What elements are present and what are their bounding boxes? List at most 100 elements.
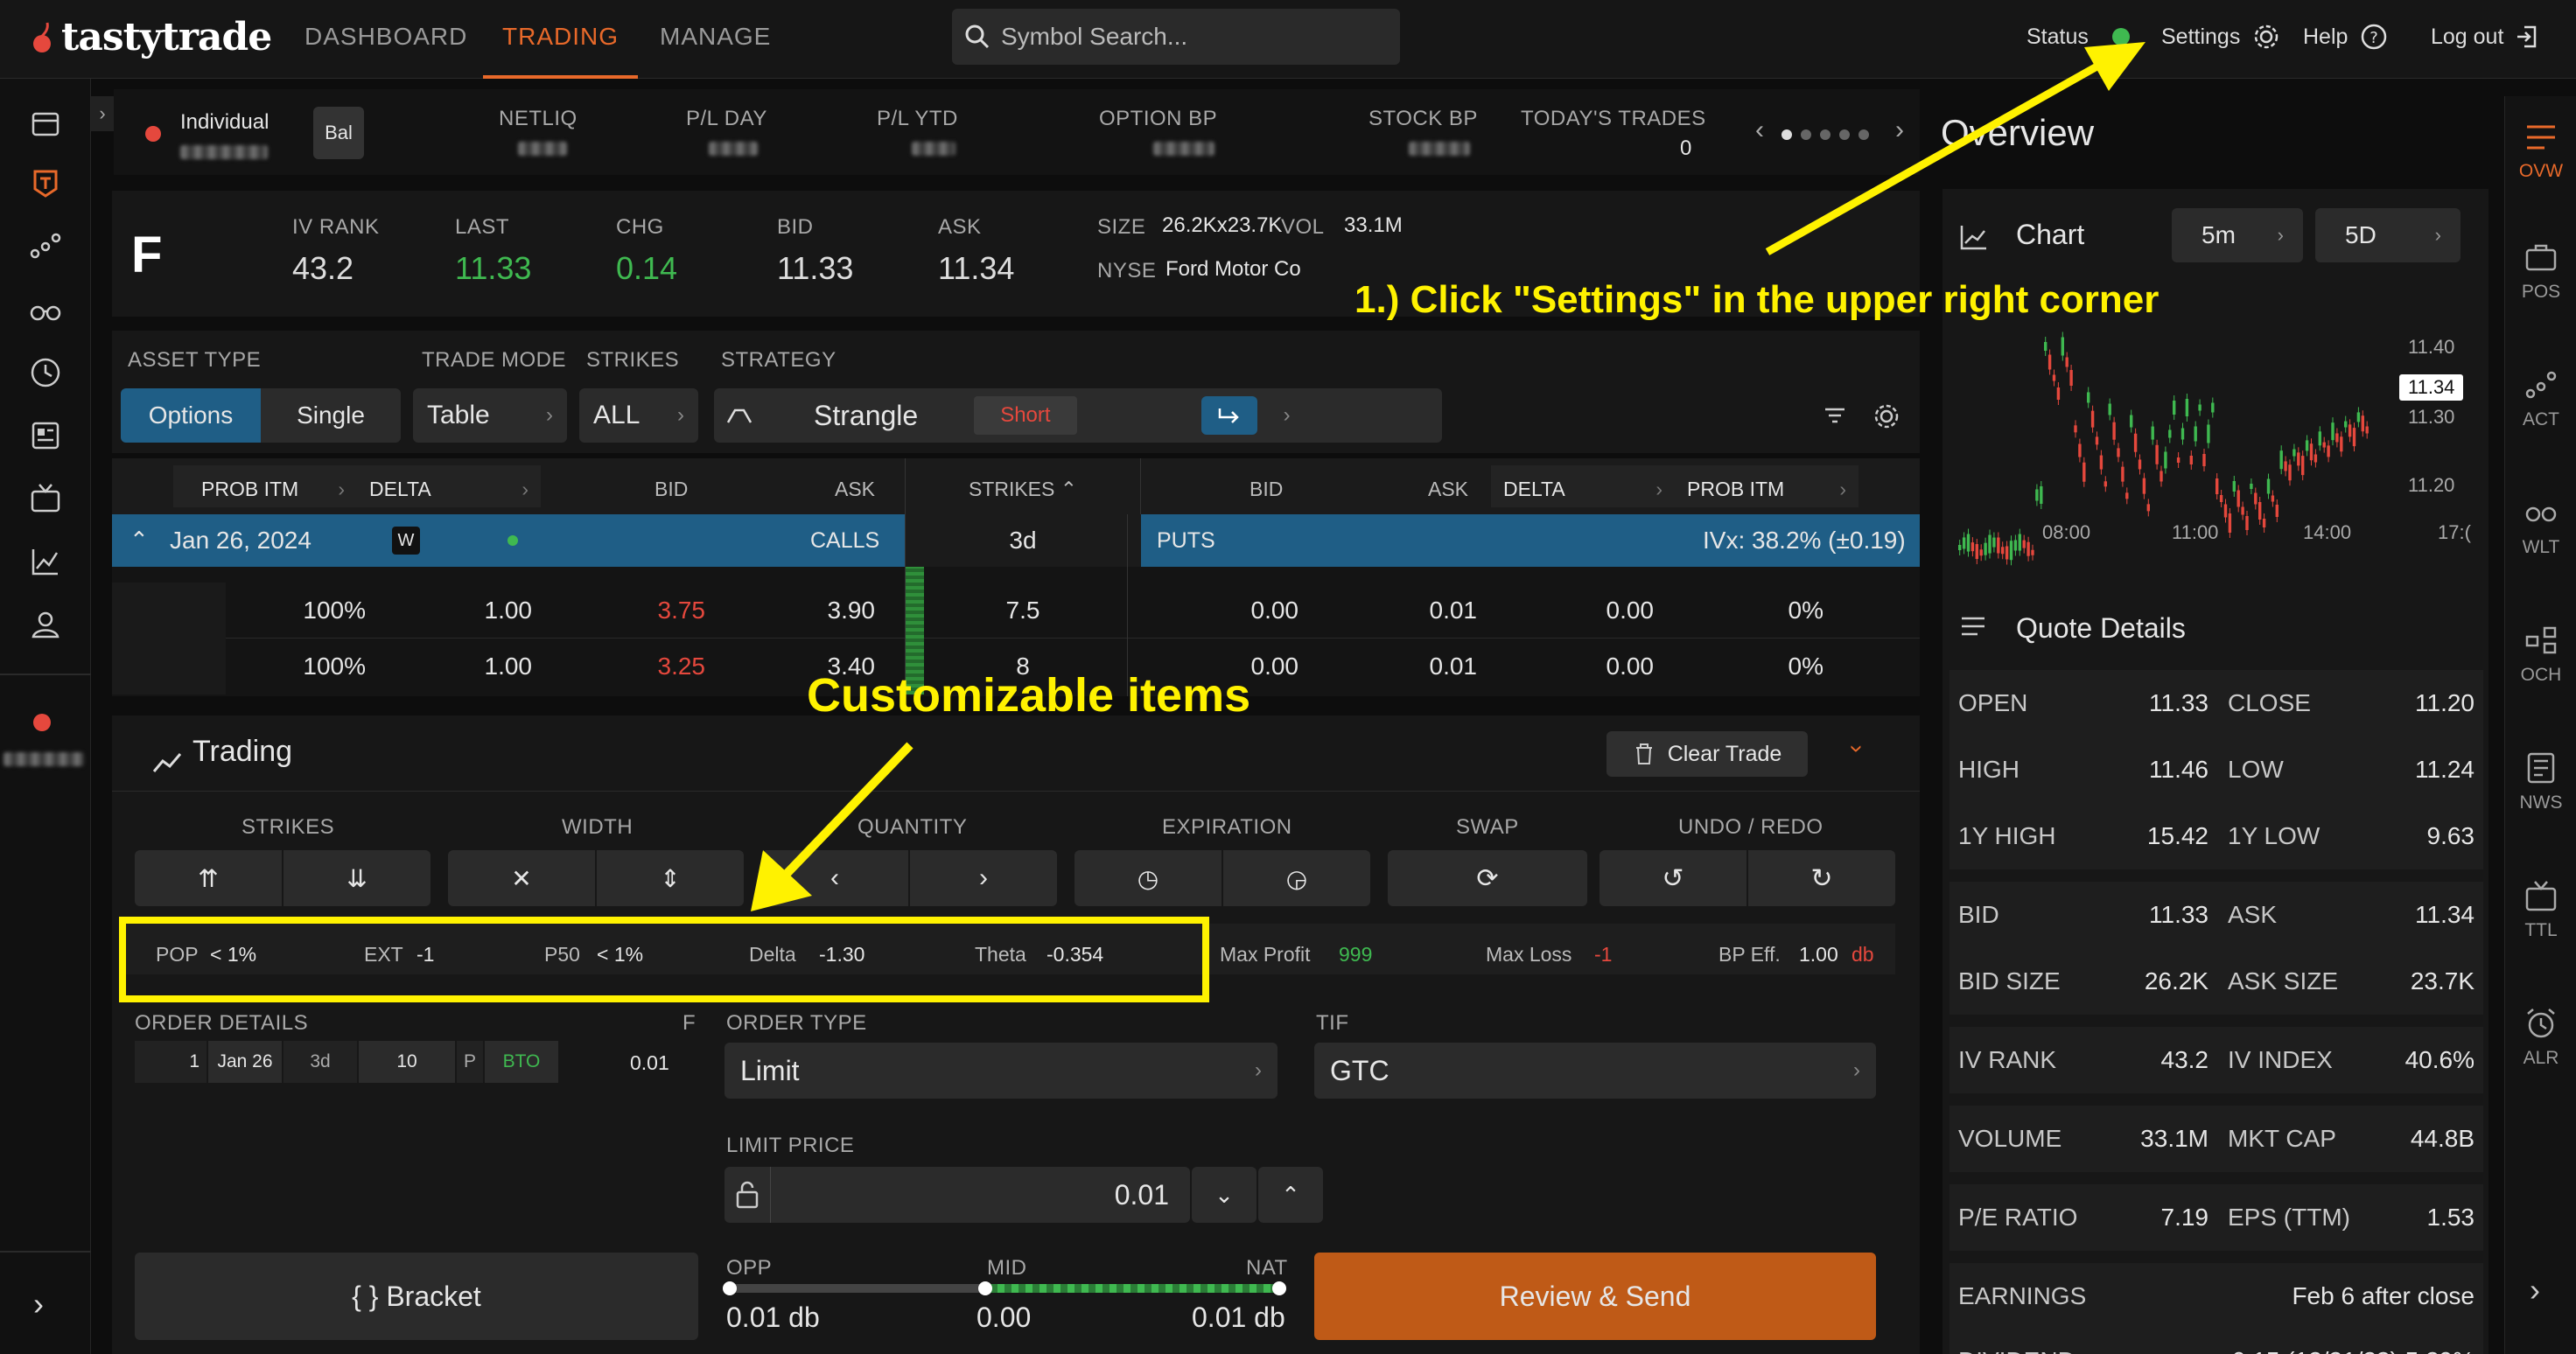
help-button[interactable]: Help ? <box>2303 19 2388 54</box>
expiration-earlier-button[interactable]: ◷ <box>1074 850 1222 906</box>
strikes-select[interactable]: ALL › <box>579 388 698 443</box>
rail-ttl[interactable]: TTL <box>2505 880 2576 976</box>
sidebar-toggle[interactable]: › <box>91 96 114 131</box>
collapse-chevron-icon[interactable]: ⌃ <box>130 527 149 554</box>
strike-down-button[interactable]: ⇊ <box>284 850 430 906</box>
puts-ask[interactable]: 0.01 <box>1363 597 1478 625</box>
trade-icon[interactable] <box>28 166 63 201</box>
rail-expand-icon[interactable]: › <box>2530 1272 2540 1309</box>
calls-delta-header[interactable]: DELTA › <box>357 465 541 507</box>
chain-settings-gear-icon[interactable] <box>1872 402 1900 430</box>
options-toggle[interactable]: Options <box>121 388 261 443</box>
width-narrow-button[interactable]: ✕ <box>448 850 595 906</box>
single-toggle[interactable]: Single <box>261 388 401 443</box>
news-icon[interactable] <box>28 418 63 453</box>
symbol[interactable]: F <box>131 226 162 284</box>
width-widen-button[interactable]: ⇕ <box>597 850 744 906</box>
short-badge[interactable]: Short <box>974 396 1077 435</box>
chain-row[interactable]: 100% 1.00 3.75 3.90 7.5 0.00 0.01 0.00 0… <box>112 567 1920 639</box>
review-send-button[interactable]: Review & Send <box>1314 1253 1876 1340</box>
price-slider[interactable] <box>723 1281 1286 1295</box>
quote-detail-value: 11.33 <box>2149 689 2208 716</box>
price-down-button[interactable]: ⌄ <box>1192 1167 1256 1223</box>
calls-bid[interactable]: 3.75 <box>592 597 706 625</box>
community-icon[interactable] <box>28 607 63 642</box>
puts-delta-header[interactable]: DELTA › <box>1491 465 1675 507</box>
strategy-select[interactable]: Strangle Short › <box>714 388 1442 443</box>
tab-manage[interactable]: MANAGE <box>660 23 771 51</box>
price-chart[interactable] <box>1951 285 2389 618</box>
portfolio-icon[interactable] <box>28 105 63 140</box>
redo-button[interactable]: ↻ <box>1748 850 1895 906</box>
rail-wlt[interactable]: WLT <box>2505 497 2576 593</box>
rail-och[interactable]: OCH <box>2505 625 2576 721</box>
rail-label-ttl: TTL <box>2524 920 2558 940</box>
expiration-row[interactable]: ⌃ Jan 26, 2024 W CALLS 3d PUTS IVx: 38.2… <box>112 514 1920 567</box>
x-tick-4: 17:( <box>2438 521 2471 543</box>
puts-ask-header[interactable]: ASK <box>1428 478 1468 501</box>
calls-prob-itm: 100% <box>303 597 366 624</box>
puts-ask[interactable]: 0.01 <box>1363 653 1478 680</box>
puts-bid[interactable]: 0.00 <box>1185 597 1299 625</box>
clock-icon[interactable] <box>28 355 63 390</box>
strike-up-button[interactable]: ⇈ <box>135 850 282 906</box>
search-input[interactable]: Symbol Search... <box>1001 23 1187 51</box>
quote-detail-value: 1.53 <box>2426 1204 2475 1231</box>
quantity-increase-button[interactable]: › <box>910 850 1057 906</box>
price-up-button[interactable]: ⌃ <box>1258 1167 1323 1223</box>
interval-select[interactable]: 5m › <box>2172 208 2303 262</box>
tif-select[interactable]: GTC › <box>1314 1043 1876 1099</box>
slider-handle-mid[interactable] <box>978 1281 992 1295</box>
puts-bid-header[interactable]: BID <box>1250 478 1283 501</box>
calls-ask[interactable]: 3.90 <box>761 597 876 625</box>
carousel-dots[interactable] <box>1782 129 1869 140</box>
carousel-prev[interactable]: ‹ <box>1755 115 1764 145</box>
search-icon <box>965 24 990 49</box>
calls-bid[interactable]: 3.25 <box>592 653 706 680</box>
order-leg[interactable]: 1 Jan 26 3d 10 P BTO 0.01 <box>135 1041 691 1083</box>
rail-alr[interactable]: ALR <box>2505 1008 2576 1104</box>
strikes-header[interactable]: STRIKES ⌃ <box>905 458 1141 514</box>
calls-ask-header[interactable]: ASK <box>835 478 875 501</box>
clear-trade-button[interactable]: Clear Trade <box>1606 731 1808 777</box>
lock-icon[interactable] <box>733 1179 761 1211</box>
reverse-button[interactable] <box>1200 396 1257 435</box>
rail-nws[interactable]: NWS <box>2505 752 2576 848</box>
binoculars-icon[interactable] <box>28 292 63 327</box>
sidebar-expand-icon[interactable]: › <box>33 1286 44 1323</box>
order-type-select[interactable]: Limit › <box>724 1043 1278 1099</box>
account-name[interactable]: Individual <box>180 110 269 135</box>
puts-prob-itm-header[interactable]: PROB ITM › <box>1675 465 1858 507</box>
expiration-later-button[interactable]: ◶ <box>1223 850 1370 906</box>
carousel-next[interactable]: › <box>1895 115 1904 145</box>
tab-trading[interactable]: TRADING <box>483 0 638 79</box>
tab-dashboard[interactable]: DASHBOARD <box>304 23 467 51</box>
bracket-button[interactable]: { } Bracket <box>135 1253 698 1340</box>
settings-button[interactable]: Settings <box>2161 19 2280 54</box>
limit-price-input[interactable]: 0.01 <box>1115 1179 1169 1211</box>
limit-price-field[interactable]: 0.01 <box>724 1167 1190 1223</box>
chart-line-icon[interactable] <box>28 544 63 579</box>
logo[interactable]: tastytrade <box>32 12 272 61</box>
trade-mode-select[interactable]: Table › <box>413 388 567 443</box>
leg-quantity: 1 <box>135 1041 206 1083</box>
top-nav: tastytrade DASHBOARD TRADING MANAGE Symb… <box>0 0 2576 79</box>
quantity-decrease-button[interactable]: ‹ <box>761 850 908 906</box>
balance-toggle[interactable]: Bal <box>313 107 364 159</box>
range-select[interactable]: 5D › <box>2315 208 2460 262</box>
rail-act[interactable]: ACT <box>2505 369 2576 465</box>
rail-ovw[interactable]: OVW <box>2505 114 2576 210</box>
tv-icon[interactable] <box>28 481 63 516</box>
filter-icon[interactable] <box>1822 402 1848 429</box>
symbol-search[interactable]: Symbol Search... <box>952 9 1400 65</box>
slider-handle-opp[interactable] <box>723 1281 737 1295</box>
activity-icon[interactable] <box>28 229 63 264</box>
collapse-trading-icon[interactable]: › <box>1844 744 1872 752</box>
swap-button[interactable]: ⟳ <box>1388 850 1587 906</box>
rail-pos[interactable]: POS <box>2505 241 2576 338</box>
logout-button[interactable]: Log out <box>2431 19 2540 54</box>
calls-bid-header[interactable]: BID <box>654 478 688 501</box>
undo-button[interactable]: ↺ <box>1600 850 1746 906</box>
slider-handle-nat[interactable] <box>1272 1281 1286 1295</box>
calls-prob-itm-header[interactable]: PROB ITM › <box>173 465 357 507</box>
